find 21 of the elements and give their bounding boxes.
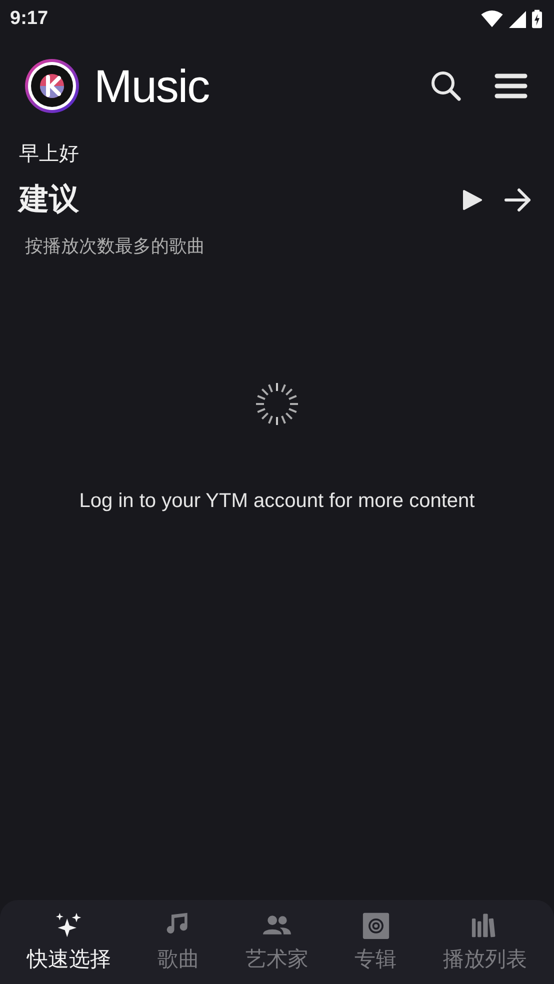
menu-icon bbox=[494, 73, 528, 99]
arrow-right-icon bbox=[504, 188, 532, 212]
nav-tab[interactable]: 专辑 bbox=[348, 911, 403, 973]
battery-icon bbox=[532, 9, 542, 29]
nav-tab[interactable]: 播放列表 bbox=[436, 911, 533, 973]
wifi-icon bbox=[481, 10, 503, 28]
app-title: Music bbox=[94, 59, 210, 113]
signal-icon bbox=[509, 10, 526, 28]
section-subtitle: 按播放次数最多的歌曲 bbox=[24, 235, 206, 258]
nav-tab[interactable]: 快速选择 bbox=[21, 911, 118, 973]
greeting-text: 早上好 bbox=[18, 140, 80, 167]
loading-spinner-icon bbox=[255, 382, 299, 426]
nav-tab[interactable]: 歌曲 bbox=[151, 911, 206, 973]
play-icon bbox=[462, 188, 482, 210]
section-title: 建议 bbox=[19, 181, 79, 219]
search-icon bbox=[430, 70, 462, 102]
nav-tab[interactable]: 艺术家 bbox=[239, 911, 314, 973]
logo-icon bbox=[24, 58, 80, 114]
clock-time: 9:17 bbox=[10, 8, 48, 30]
album-icon bbox=[360, 911, 391, 939]
login-message: Log in to your YTM account for more content bbox=[78, 490, 476, 513]
